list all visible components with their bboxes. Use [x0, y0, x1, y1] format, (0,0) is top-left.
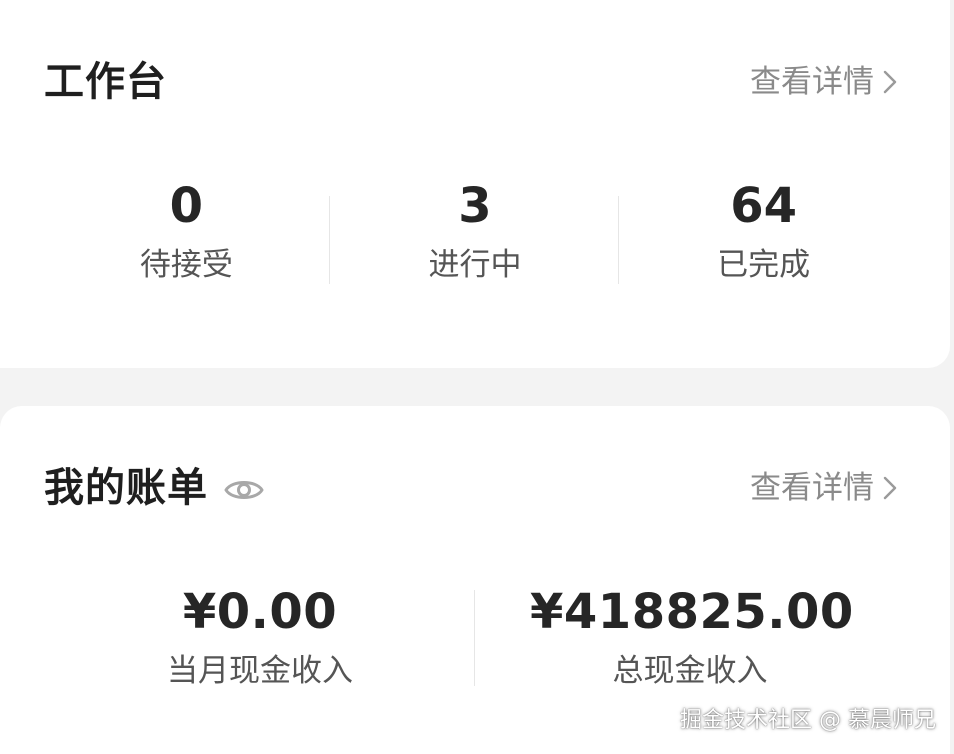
stat-divider — [329, 196, 330, 284]
watermark: 掘金技术社区 @ 慕晨师兄 — [680, 708, 936, 733]
stat-pending[interactable]: 0 待接受 — [42, 176, 331, 296]
workbench-title: 工作台 — [44, 59, 167, 105]
bill-card: 我的账单 查看详情 ¥0.00 当月现金收入 ¥418825.00 总现金收入 — [0, 406, 950, 754]
stat-completed-label: 已完成 — [717, 247, 811, 283]
stat-in-progress-value: 3 — [458, 178, 492, 234]
bill-header: 我的账单 — [44, 462, 264, 514]
stat-in-progress[interactable]: 3 进行中 — [331, 176, 620, 296]
total-income-label: 总现金收入 — [612, 653, 768, 689]
stat-completed-value: 64 — [730, 178, 798, 234]
stat-pending-label: 待接受 — [139, 247, 233, 283]
workbench-detail-link[interactable]: 查看详情 — [750, 62, 898, 102]
chevron-right-icon — [883, 476, 897, 500]
total-income[interactable]: ¥418825.00 总现金收入 — [530, 582, 854, 692]
bill-detail-link[interactable]: 查看详情 — [750, 468, 898, 508]
monthly-income[interactable]: ¥0.00 当月现金收入 — [110, 582, 410, 692]
bill-summary: ¥0.00 当月现金收入 ¥418825.00 总现金收入 — [0, 582, 950, 712]
bill-detail-label: 查看详情 — [750, 470, 874, 506]
bill-divider — [474, 590, 475, 686]
chevron-right-icon — [883, 70, 897, 94]
total-income-value: ¥418825.00 — [530, 584, 854, 640]
eye-icon[interactable] — [224, 475, 264, 505]
monthly-income-label: 当月现金收入 — [167, 653, 353, 689]
workbench-header: 工作台 — [44, 56, 167, 108]
workbench-card: 工作台 查看详情 0 待接受 3 进行中 64 已完成 — [0, 0, 950, 368]
stat-completed[interactable]: 64 已完成 — [619, 176, 908, 296]
stat-pending-value: 0 — [169, 178, 204, 234]
stat-in-progress-label: 进行中 — [428, 247, 522, 283]
bill-title: 我的账单 — [44, 465, 208, 511]
workbench-detail-label: 查看详情 — [750, 64, 874, 100]
monthly-income-value: ¥0.00 — [182, 584, 338, 640]
stat-divider — [618, 196, 619, 284]
workbench-stats: 0 待接受 3 进行中 64 已完成 — [42, 176, 908, 296]
